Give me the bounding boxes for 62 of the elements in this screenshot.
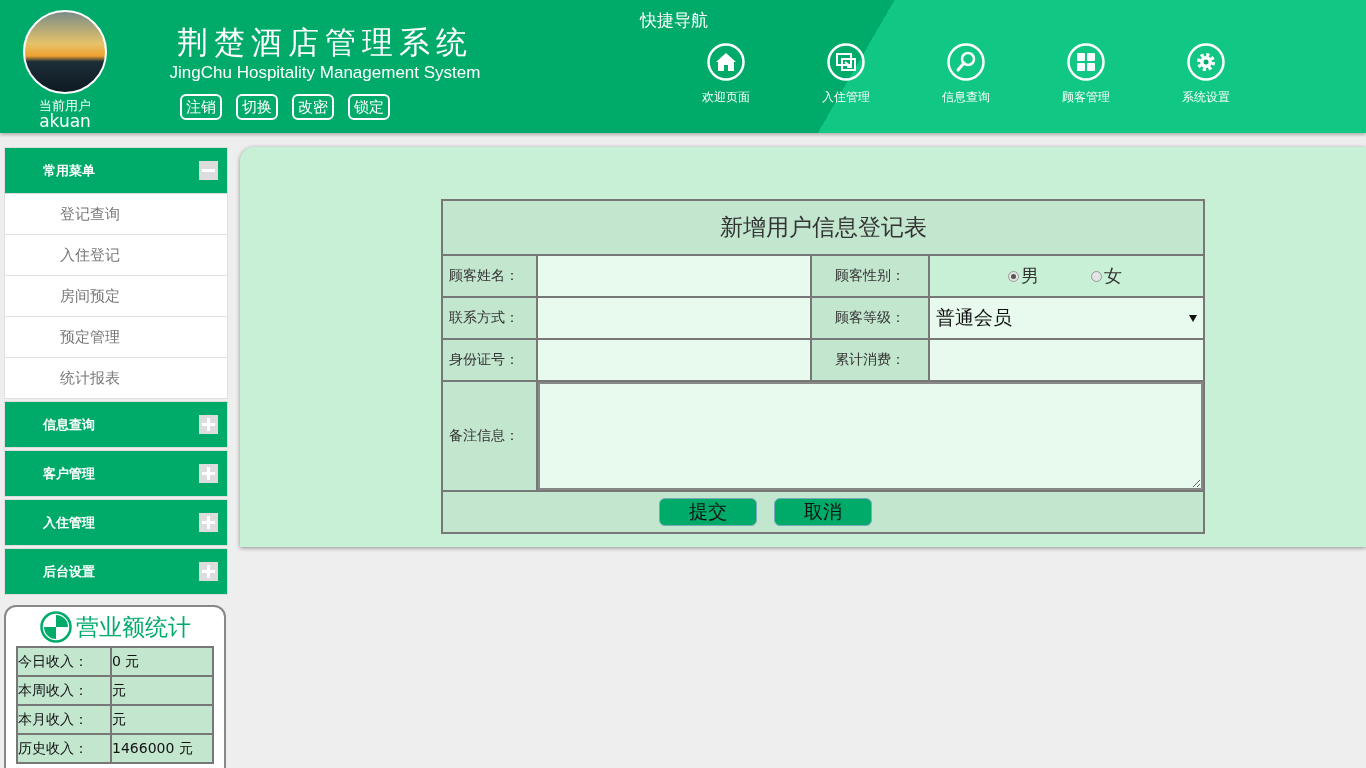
checkin-icon: [827, 43, 865, 81]
revenue-label: 今日收入：: [17, 647, 111, 676]
user-name: akuan: [39, 113, 91, 130]
menu-group-header[interactable]: 客户管理: [4, 450, 228, 497]
menu-item[interactable]: 登记查询: [4, 194, 228, 235]
minus-icon[interactable]: [199, 161, 218, 180]
quick-nav-item[interactable]: 入住管理: [786, 43, 906, 106]
plus-icon[interactable]: [199, 415, 218, 434]
header-action-button[interactable]: 切换: [236, 94, 278, 120]
plus-icon[interactable]: [199, 513, 218, 532]
quick-nav-item[interactable]: 顾客管理: [1026, 43, 1146, 106]
quick-nav-title: 快捷导航: [640, 10, 708, 30]
grid-icon: [1067, 43, 1105, 81]
menu-group-title: 后台设置: [43, 562, 95, 581]
menu-group-title: 常用菜单: [43, 161, 95, 180]
pie-chart-icon: [39, 611, 72, 643]
revenue-value: 0 元: [111, 647, 213, 676]
dropdown-field[interactable]: 普通会员: [930, 298, 1203, 338]
plus-icon[interactable]: [199, 562, 218, 581]
menu-group-header[interactable]: 后台设置: [4, 548, 228, 595]
caret-icon: [1189, 314, 1197, 322]
header-action-button[interactable]: 锁定: [348, 94, 390, 120]
menu-group-header[interactable]: 信息查询: [4, 401, 228, 448]
quick-nav-item[interactable]: 信息查询: [906, 43, 1026, 106]
home-icon: [707, 43, 745, 81]
header-action-button[interactable]: 改密: [292, 94, 334, 120]
radio-option[interactable]: 男: [1008, 264, 1039, 288]
plus-icon[interactable]: [199, 464, 218, 483]
revenue-value: 1466000 元: [111, 734, 213, 763]
menu-group-title: 客户管理: [43, 464, 95, 483]
system-title: 荆楚酒店管理系统: [177, 23, 473, 62]
menu-item[interactable]: 房间预定: [4, 276, 228, 317]
radio-option[interactable]: 女: [1091, 264, 1122, 288]
form-button[interactable]: 提交: [659, 498, 757, 526]
header-action-button[interactable]: 注销: [180, 94, 222, 120]
remarks-field[interactable]: [538, 382, 1203, 490]
menu-group-header[interactable]: 入住管理: [4, 499, 228, 546]
input-field[interactable]: [538, 340, 810, 380]
radio-button[interactable]: [1091, 270, 1102, 282]
revenue-label: 本周收入：: [17, 676, 111, 705]
radio-button[interactable]: [1008, 270, 1019, 282]
input-field[interactable]: [538, 298, 810, 338]
search-icon: [947, 43, 985, 81]
revenue-label: 历史收入：: [17, 734, 111, 763]
system-subtitle: JingChu Hospitality Management System: [169, 62, 481, 84]
form-button[interactable]: 取消: [774, 498, 872, 526]
revenue-label: 本月收入：: [17, 705, 111, 734]
settings-icon: [1187, 43, 1225, 81]
menu-item[interactable]: 预定管理: [4, 317, 228, 358]
menu-item[interactable]: 入住登记: [4, 235, 228, 276]
input-field[interactable]: [930, 340, 1203, 380]
user-label: 当前用户: [39, 99, 91, 113]
menu-group-title: 信息查询: [43, 415, 95, 434]
quick-nav-item[interactable]: 系统设置: [1146, 43, 1266, 106]
menu-group-title: 入住管理: [43, 513, 95, 532]
revenue-value: 元: [111, 676, 213, 705]
quick-nav-item[interactable]: 欢迎页面: [666, 43, 786, 106]
revenue-title: 营业额统计: [75, 613, 191, 642]
menu-item[interactable]: 统计报表: [4, 358, 228, 399]
revenue-value: 元: [111, 705, 213, 734]
menu-group-header[interactable]: 常用菜单: [4, 147, 228, 194]
input-field[interactable]: [538, 256, 810, 296]
